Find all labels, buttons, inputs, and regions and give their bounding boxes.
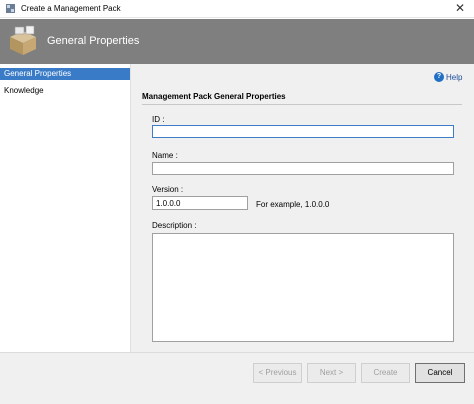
id-label: ID : [152,115,165,124]
version-label: Version : [152,185,184,194]
cancel-button[interactable]: Cancel [415,363,465,383]
version-field[interactable] [152,196,248,210]
id-field[interactable] [152,125,454,138]
description-label: Description : [152,221,197,230]
app-icon [6,4,15,13]
wizard-header-banner: General Properties [0,19,474,64]
name-label: Name : [152,151,178,160]
section-title: Management Pack General Properties [142,92,286,101]
help-label: Help [446,72,463,82]
window-title: Create a Management Pack [21,4,121,13]
section-divider [142,104,462,105]
create-button[interactable]: Create [361,363,410,383]
name-field[interactable] [152,162,454,175]
close-icon[interactable]: ✕ [455,1,465,15]
next-button[interactable]: Next > [307,363,356,383]
version-hint: For example, 1.0.0.0 [256,200,330,209]
help-link[interactable]: ? Help [434,72,462,84]
help-icon: ? [434,72,444,82]
banner-title: General Properties [47,35,140,47]
sidebar-item-knowledge[interactable]: Knowledge [0,85,130,97]
previous-button[interactable]: < Previous [253,363,302,383]
package-box-icon [10,25,36,55]
window-titlebar: Create a Management Pack ✕ [0,0,474,18]
description-field[interactable] [152,233,454,342]
sidebar-item-general-properties[interactable]: General Properties [0,68,130,80]
wizard-step-list: General Properties Knowledge [0,64,131,352]
